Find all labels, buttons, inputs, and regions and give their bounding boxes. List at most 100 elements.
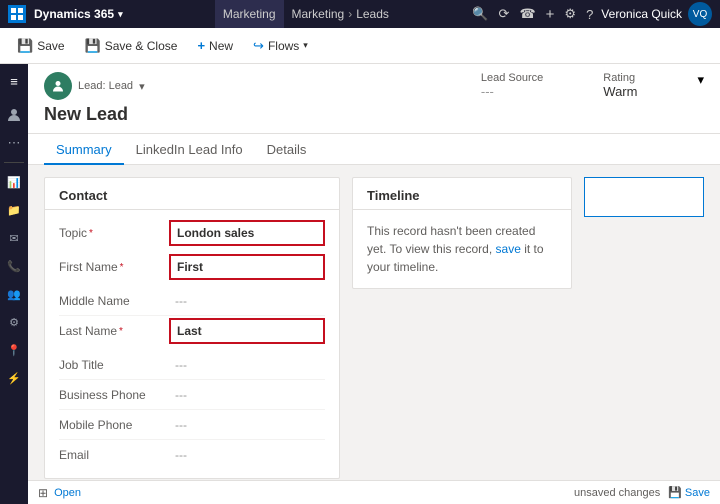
call-icon[interactable]: ☎ (519, 6, 535, 22)
unsaved-changes-text: unsaved changes (574, 487, 660, 499)
firstname-input[interactable] (171, 256, 323, 278)
header-dropdown-chevron[interactable]: ▾ (697, 72, 704, 92)
breadcrumb: Marketing › Leads (292, 7, 465, 21)
form-area: Contact Topic * (28, 165, 720, 480)
businessphone-value[interactable]: --- (169, 385, 325, 405)
middlename-label: Middle Name (59, 294, 169, 308)
save-icon: 💾 (17, 38, 33, 54)
record-breadcrumb: Lead: Lead ▾ (44, 72, 145, 100)
middle-column: Timeline This record hasn't been created… (352, 177, 572, 468)
status-save-button[interactable]: 💾 Save (668, 486, 710, 499)
contact-section: Contact Topic * (44, 177, 340, 479)
sidebar-item-settings[interactable]: ⚙ (1, 309, 27, 335)
new-icon: + (197, 38, 205, 53)
right-panel-column (584, 177, 704, 468)
app-grid-icon[interactable] (8, 5, 26, 23)
jobtitle-row: Job Title --- (59, 350, 325, 380)
businessphone-row: Business Phone --- (59, 380, 325, 410)
lastname-input[interactable] (171, 320, 323, 342)
contact-section-body: Topic * First Name * (45, 210, 339, 478)
save-close-button[interactable]: 💾 Save & Close (76, 33, 187, 59)
help-icon[interactable]: ? (586, 7, 593, 22)
lastname-field-wrapper[interactable] (169, 318, 325, 344)
status-bar: ⊞ Open unsaved changes 💾 Save (28, 480, 720, 504)
app-chevron-icon: ▾ (118, 9, 123, 20)
email-label: Email (59, 448, 169, 462)
flows-chevron-icon: ▾ (303, 40, 308, 51)
timeline-title: Timeline (353, 178, 571, 210)
status-bar-right: unsaved changes 💾 Save (574, 486, 710, 499)
sidebar-item-email[interactable]: ✉ (1, 225, 27, 251)
mobilephone-row: Mobile Phone --- (59, 410, 325, 440)
sidebar-item-dashboard[interactable]: 📊 (1, 169, 27, 195)
page-title: New Lead (44, 104, 145, 133)
nav-icons: 🔍 ⟳ ☎ + ⚙ ? (472, 6, 593, 23)
timeline-body: This record hasn't been created yet. To … (353, 210, 571, 288)
module-name[interactable]: Marketing (215, 0, 284, 28)
sidebar-item-contacts[interactable]: 👥 (1, 281, 27, 307)
email-row: Email --- (59, 440, 325, 470)
topic-field-wrapper[interactable] (169, 220, 325, 246)
topic-input[interactable] (171, 222, 323, 244)
sidebar-item-records[interactable]: 📁 (1, 197, 27, 223)
tab-summary[interactable]: Summary (44, 134, 124, 165)
lastname-row: Last Name * (59, 316, 325, 346)
jobtitle-value[interactable]: --- (169, 355, 325, 375)
user-area[interactable]: Veronica Quick VQ (601, 2, 712, 26)
middlename-row: Middle Name --- (59, 286, 325, 316)
save-close-icon: 💾 (85, 38, 101, 54)
top-nav: Dynamics 365 ▾ Marketing Marketing › Lea… (0, 0, 720, 28)
save-button[interactable]: 💾 Save (8, 33, 74, 59)
mobilephone-label: Mobile Phone (59, 418, 169, 432)
refresh-icon[interactable]: ⟳ (499, 6, 510, 22)
form-left: Contact Topic * (44, 177, 340, 468)
settings-nav-icon[interactable]: ⚙ (564, 6, 576, 22)
firstname-field-wrapper[interactable] (169, 254, 325, 280)
sidebar-item-menu[interactable]: ≡ (1, 68, 27, 94)
left-sidebar: ≡ ⋯ 📊 📁 ✉ 📞 👥 ⚙ 📍 ⚡ (0, 64, 28, 504)
rating-field: Rating Warm (603, 72, 637, 104)
businessphone-label: Business Phone (59, 388, 169, 402)
tabs-bar: Summary LinkedIn Lead Info Details (28, 134, 720, 165)
timeline-save-link[interactable]: save (496, 242, 521, 256)
tab-linkedin[interactable]: LinkedIn Lead Info (124, 134, 255, 165)
lead-source-field: Lead Source --- (481, 72, 543, 104)
mobilephone-value[interactable]: --- (169, 415, 325, 435)
contact-section-title: Contact (45, 178, 339, 210)
topic-label: Topic * (59, 226, 169, 240)
content-area: Lead: Lead ▾ New Lead Lead Source --- Ra… (28, 64, 720, 504)
new-button[interactable]: + New (188, 33, 242, 58)
lead-breadcrumb-chevron[interactable]: ▾ (139, 80, 145, 93)
flows-button[interactable]: ↪ Flows ▾ (244, 33, 317, 59)
header-fields: Lead Source --- Rating Warm ▾ (481, 72, 704, 104)
middlename-value[interactable]: --- (169, 291, 325, 311)
toolbar: 💾 Save 💾 Save & Close + New ↪ Flows ▾ (0, 28, 720, 64)
right-panel (584, 177, 704, 217)
add-icon[interactable]: + (546, 6, 555, 23)
search-nav-icon[interactable]: 🔍 (472, 6, 488, 22)
user-name: Veronica Quick (601, 7, 682, 21)
lastname-label: Last Name * (59, 324, 169, 338)
app-name[interactable]: Dynamics 365 ▾ (34, 7, 207, 21)
avatar: VQ (688, 2, 712, 26)
main-layout: ≡ ⋯ 📊 📁 ✉ 📞 👥 ⚙ 📍 ⚡ Lead: Lead (0, 64, 720, 504)
sidebar-item-profile[interactable] (1, 102, 27, 128)
lead-icon (44, 72, 72, 100)
status-save-icon: 💾 (668, 486, 682, 499)
sidebar-item-activity[interactable]: ⚡ (1, 365, 27, 391)
jobtitle-label: Job Title (59, 358, 169, 372)
firstname-row: First Name * (59, 252, 325, 282)
open-label[interactable]: Open (54, 487, 81, 499)
status-bar-left: ⊞ Open (38, 486, 81, 500)
record-header: Lead: Lead ▾ New Lead Lead Source --- Ra… (28, 64, 720, 134)
tab-details[interactable]: Details (255, 134, 319, 165)
topic-row: Topic * (59, 218, 325, 248)
open-icon: ⊞ (38, 486, 48, 500)
firstname-label: First Name * (59, 260, 169, 274)
timeline-section: Timeline This record hasn't been created… (352, 177, 572, 289)
sidebar-item-location[interactable]: 📍 (1, 337, 27, 363)
sidebar-item-more[interactable]: ⋯ (1, 130, 27, 156)
email-value[interactable]: --- (169, 445, 325, 465)
sidebar-item-phone[interactable]: 📞 (1, 253, 27, 279)
flows-icon: ↪ (253, 38, 264, 54)
